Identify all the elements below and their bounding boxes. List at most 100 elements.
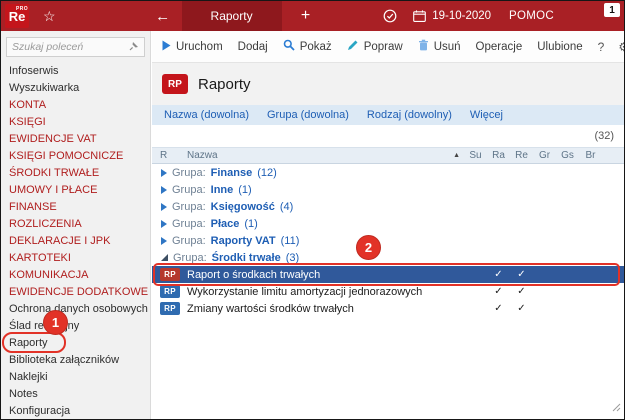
group-row-place[interactable]: Grupa: Płace (1) bbox=[152, 215, 624, 232]
count-row: (32) bbox=[152, 125, 624, 147]
search-input[interactable]: Szukaj poleceń bbox=[6, 37, 145, 57]
help-menu[interactable]: POMOC bbox=[509, 10, 554, 22]
record-count: (32) bbox=[594, 130, 614, 142]
col-ra-check: ✓ bbox=[494, 286, 503, 297]
expand-right-icon[interactable] bbox=[161, 219, 167, 228]
filter-group[interactable]: Grupa (dowolna) bbox=[267, 109, 349, 121]
add-label: Dodaj bbox=[237, 40, 268, 53]
work-date[interactable]: 19-10-2020 bbox=[432, 10, 491, 22]
toolbar-right-group: ? ⚙ × bbox=[598, 39, 624, 55]
group-row-inne[interactable]: Grupa: Inne (1) bbox=[152, 181, 624, 198]
resize-grip[interactable] bbox=[612, 399, 621, 417]
favorites-star-icon[interactable]: ☆ bbox=[43, 8, 56, 25]
column-header-gr[interactable]: Gr bbox=[533, 150, 556, 161]
module-rp-icon: RP bbox=[162, 74, 188, 94]
group-row-ksiegowosc[interactable]: Grupa: Księgowość (4) bbox=[152, 198, 624, 215]
column-header-re[interactable]: Re bbox=[510, 150, 533, 161]
column-header-ra[interactable]: Ra bbox=[487, 150, 510, 161]
sidebar-item-wyszukiwarka[interactable]: Wyszukiwarka bbox=[1, 80, 150, 97]
filter-more[interactable]: Więcej bbox=[470, 109, 503, 121]
group-prefix: Grupa: bbox=[173, 251, 207, 264]
sidebar-item-komunikacja[interactable]: KOMUNIKACJA bbox=[1, 267, 150, 284]
sidebar-item-rozliczenia[interactable]: ROZLICZENIA bbox=[1, 216, 150, 233]
new-tab-button[interactable]: + bbox=[298, 7, 314, 25]
sidebar-item-ewidencje-vat[interactable]: EWIDENCJE VAT bbox=[1, 131, 150, 148]
expand-right-icon[interactable] bbox=[161, 168, 167, 177]
group-count: (4) bbox=[279, 200, 294, 213]
sidebar-item-notes[interactable]: Notes bbox=[1, 386, 150, 403]
group-name: Księgowość bbox=[210, 200, 275, 213]
edit-button[interactable]: Popraw bbox=[347, 39, 403, 54]
sidebar-item-konfiguracja[interactable]: Konfiguracja bbox=[1, 403, 150, 419]
col-ra-check: ✓ bbox=[494, 303, 503, 314]
pin-icon[interactable] bbox=[129, 38, 139, 56]
expand-right-icon[interactable] bbox=[161, 236, 167, 245]
group-count: (1) bbox=[244, 217, 258, 230]
column-header-br[interactable]: Br bbox=[579, 150, 602, 161]
back-arrow-button[interactable]: ← bbox=[152, 8, 174, 25]
module-header: RP Raporty bbox=[152, 63, 624, 105]
column-header-su[interactable]: Su bbox=[464, 150, 487, 161]
callout-box-raporty bbox=[2, 332, 66, 353]
column-header-nazwa-label: Nazwa bbox=[187, 150, 218, 161]
group-count: (12) bbox=[257, 166, 277, 179]
group-name: Środki trwałe bbox=[211, 251, 281, 264]
sidebar-item-kartoteki[interactable]: KARTOTEKI bbox=[1, 250, 150, 267]
group-row-finanse[interactable]: Grupa: Finanse (12) bbox=[152, 164, 624, 181]
settings-gear-icon[interactable]: ⚙ bbox=[618, 40, 624, 54]
group-name: Raporty VAT bbox=[210, 234, 276, 247]
sidebar-item-srodki-trwale[interactable]: ŚRODKI TRWAŁE bbox=[1, 165, 150, 182]
group-prefix: Grupa: bbox=[172, 183, 206, 196]
sidebar-item-konta[interactable]: KONTA bbox=[1, 97, 150, 114]
tab-raporty[interactable]: Raporty bbox=[181, 1, 282, 31]
group-row-raporty-vat[interactable]: Grupa: Raporty VAT (11) bbox=[152, 232, 624, 249]
group-prefix: Grupa: bbox=[172, 234, 206, 247]
trash-icon bbox=[418, 39, 429, 54]
group-count: (11) bbox=[280, 234, 300, 247]
collapse-icon[interactable] bbox=[161, 254, 168, 261]
sidebar-item-ewidencje-dodatkowe[interactable]: EWIDENCJE DODATKOWE bbox=[1, 284, 150, 301]
report-rp-icon: RP bbox=[160, 302, 180, 315]
status-check-icon[interactable] bbox=[383, 9, 397, 23]
operations-label: Operacje bbox=[475, 40, 523, 53]
expand-right-icon[interactable] bbox=[161, 185, 167, 194]
callout-step-1: 1 bbox=[43, 310, 68, 335]
sidebar-item-finanse[interactable]: FINANSE bbox=[1, 199, 150, 216]
magnifier-icon bbox=[283, 39, 295, 54]
filter-kind[interactable]: Rodzaj (dowolny) bbox=[367, 109, 452, 121]
sidebar-item-deklaracje-i-jpk[interactable]: DEKLARACJE I JPK bbox=[1, 233, 150, 250]
sidebar-item-ksiegi[interactable]: KSIĘGI bbox=[1, 114, 150, 131]
expand-right-icon[interactable] bbox=[161, 202, 167, 211]
titlebar-right-group: 19-10-2020 POMOC bbox=[383, 9, 554, 23]
delete-label: Usuń bbox=[433, 40, 461, 53]
run-label: Uruchom bbox=[176, 40, 223, 53]
sidebar-item-infoserwis[interactable]: Infoserwis bbox=[1, 63, 150, 80]
callout-box-selected-row bbox=[153, 263, 620, 286]
favorites-menu[interactable]: Ulubione bbox=[537, 41, 582, 53]
operations-menu[interactable]: Operacje bbox=[476, 41, 523, 53]
delete-button[interactable]: Usuń bbox=[418, 39, 461, 54]
sidebar-item-umowy-i-place[interactable]: UMOWY I PŁACE bbox=[1, 182, 150, 199]
run-button[interactable]: Uruchom bbox=[162, 40, 223, 54]
add-button[interactable]: Dodaj bbox=[238, 41, 268, 53]
sidebar-item-ochrona-danych-osobowych[interactable]: Ochrona danych osobowych bbox=[1, 301, 150, 318]
help-button[interactable]: ? bbox=[598, 40, 605, 54]
main-area: Uruchom Dodaj Pokaż Popraw Usuń Operacje bbox=[152, 31, 624, 419]
notification-badge[interactable]: 1 bbox=[604, 3, 620, 17]
sidebar-item-naklejki[interactable]: Naklejki bbox=[1, 369, 150, 386]
tab-raporty-label: Raporty bbox=[210, 9, 253, 23]
table-header: R Nazwa ▲ Su Ra Re Gr Gs Br bbox=[152, 147, 624, 164]
column-header-nazwa[interactable]: Nazwa ▲ bbox=[187, 150, 464, 161]
column-header-r[interactable]: R bbox=[160, 150, 187, 161]
group-name: Inne bbox=[210, 183, 234, 196]
calendar-icon[interactable] bbox=[413, 10, 427, 22]
show-button[interactable]: Pokaż bbox=[283, 39, 332, 54]
filter-name[interactable]: Nazwa (dowolna) bbox=[164, 109, 249, 121]
column-header-gs[interactable]: Gs bbox=[556, 150, 579, 161]
sidebar-item-biblioteka-zalacznikow[interactable]: Biblioteka załączników bbox=[1, 352, 150, 369]
sidebar-item-ksiegi-pomocnicze[interactable]: KSIĘGI POMOCNICZE bbox=[1, 148, 150, 165]
report-row-zmiany-wartosci[interactable]: RP Zmiany wartości środków trwałych ✓ ✓ bbox=[152, 300, 624, 317]
group-prefix: Grupa: bbox=[172, 166, 206, 179]
titlebar: Re PRO ☆ ← Raporty + 19-10-2020 POMOC 1 bbox=[1, 1, 624, 31]
group-count: (1) bbox=[238, 183, 252, 196]
